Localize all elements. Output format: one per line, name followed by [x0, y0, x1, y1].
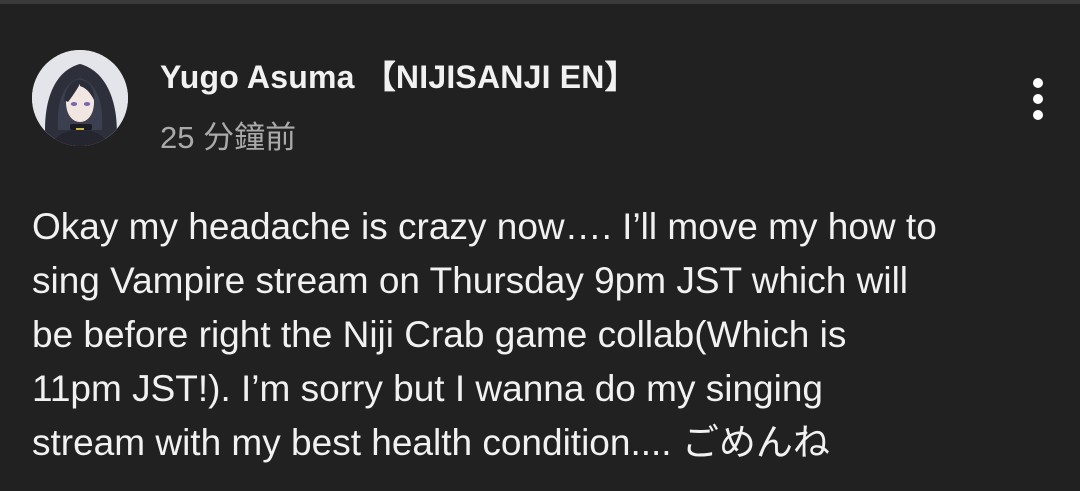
post-text-line: sing Vampire stream on Thursday 9pm JST …	[32, 260, 909, 301]
author-name[interactable]: Yugo Asuma 【NIJISANJI EN】	[160, 52, 637, 98]
post-timestamp[interactable]: 25 分鐘前	[160, 112, 296, 157]
post-text-line: Okay my headache is crazy now…. I’ll mov…	[32, 206, 937, 247]
post-text-line: 11pm JST!). I’m sorry but I wanna do my …	[32, 368, 824, 409]
more-vertical-icon	[1033, 78, 1043, 88]
more-options-button[interactable]	[1018, 74, 1058, 124]
post-text-line: stream with my best health condition....…	[32, 422, 830, 463]
channel-avatar[interactable]	[32, 50, 128, 146]
post-content: Okay my headache is crazy now…. I’ll mov…	[32, 200, 1052, 470]
more-vertical-icon-dot	[1033, 94, 1043, 104]
avatar-illustration	[32, 50, 128, 146]
more-vertical-icon-dot	[1033, 110, 1043, 120]
post-header: Yugo Asuma 【NIJISANJI EN】 25 分鐘前	[0, 0, 1080, 170]
post-text-line: be before right the Niji Crab game colla…	[32, 314, 847, 355]
